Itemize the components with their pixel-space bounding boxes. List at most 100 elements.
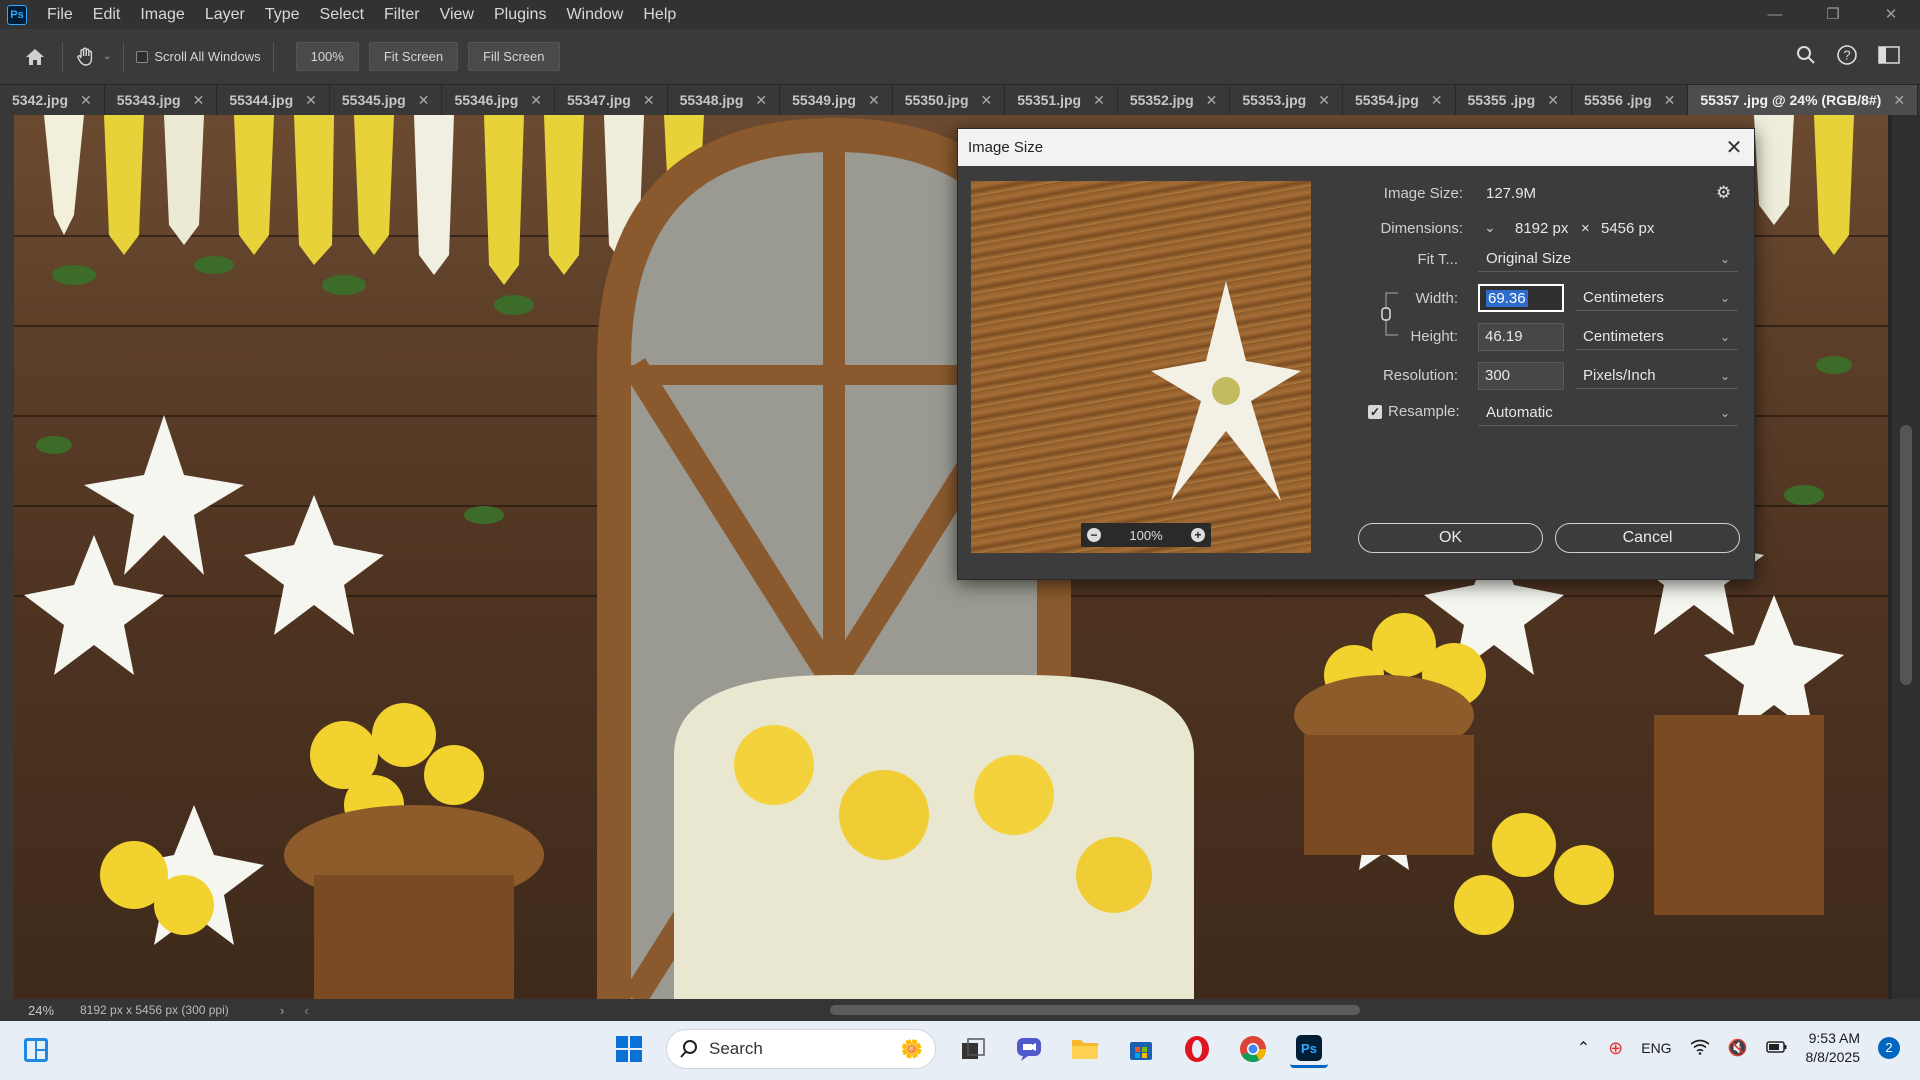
restore-icon[interactable]: ❐ (1804, 0, 1862, 29)
minimize-icon[interactable]: — (1746, 0, 1804, 29)
resample-checkbox[interactable]: ✓ (1368, 405, 1382, 419)
opera-icon[interactable] (1178, 1030, 1216, 1068)
cancel-button[interactable]: Cancel (1555, 523, 1740, 553)
status-expand-icon[interactable]: › (280, 1003, 284, 1018)
taskbar-clock[interactable]: 9:53 AM 8/8/2025 (1806, 1029, 1861, 1067)
resample-dropdown[interactable]: Automatic ⌄ (1478, 400, 1738, 426)
tab-5342[interactable]: 5342.jpg ✕ (0, 85, 105, 115)
scroll-left-icon[interactable]: ‹ (304, 1003, 308, 1018)
zoom-in-icon[interactable]: + (1191, 528, 1205, 542)
vpn-icon[interactable]: ⊕ (1608, 1038, 1623, 1059)
close-icon[interactable]: ✕ (1714, 135, 1754, 160)
close-window-icon[interactable]: ✕ (1862, 0, 1920, 29)
file-explorer-icon[interactable] (1066, 1030, 1104, 1068)
close-icon[interactable]: ✕ (1431, 92, 1443, 109)
close-icon[interactable]: ✕ (418, 92, 430, 109)
scroll-all-windows-checkbox[interactable]: Scroll All Windows (136, 49, 261, 64)
close-icon[interactable]: ✕ (755, 92, 767, 109)
menu-filter[interactable]: Filter (374, 0, 430, 29)
resolution-input[interactable]: 300 (1478, 362, 1564, 390)
gear-icon[interactable]: ⚙ (1716, 183, 1731, 203)
help-icon[interactable]: ? (1836, 44, 1858, 69)
tab-55349[interactable]: 55349.jpg ✕ (780, 85, 893, 115)
status-zoom[interactable]: 24% (0, 1003, 80, 1018)
menu-layer[interactable]: Layer (195, 0, 255, 29)
photoshop-taskbar-icon[interactable]: Ps (1290, 1030, 1328, 1068)
zoom-out-icon[interactable]: − (1087, 528, 1101, 542)
width-unit-dropdown[interactable]: Centimeters ⌄ (1575, 285, 1738, 311)
close-icon[interactable]: ✕ (1547, 92, 1559, 109)
widgets-icon[interactable] (22, 1036, 50, 1064)
search-icon[interactable] (1796, 45, 1816, 68)
vertical-scroll-thumb[interactable] (1900, 425, 1912, 685)
menu-select[interactable]: Select (310, 0, 374, 29)
resolution-unit-dropdown[interactable]: Pixels/Inch ⌄ (1575, 363, 1738, 389)
close-icon[interactable]: ✕ (643, 92, 655, 109)
taskbar-search[interactable]: Search 🌼 (666, 1029, 936, 1069)
fit-screen-button[interactable]: Fit Screen (368, 42, 459, 71)
menu-window[interactable]: Window (556, 0, 633, 29)
tab-55356[interactable]: 55356 .jpg ✕ (1572, 85, 1689, 115)
tab-55357-active[interactable]: 55357 .jpg @ 24% (RGB/8#) ✕ (1688, 85, 1919, 115)
home-icon[interactable] (20, 47, 50, 67)
hand-tool-icon[interactable]: ⌄ (75, 46, 111, 68)
close-icon[interactable]: ✕ (1206, 92, 1218, 109)
dimensions-dropdown-icon[interactable]: ⌄ (1484, 219, 1502, 237)
fit-to-dropdown[interactable]: Original Size ⌄ (1478, 246, 1738, 272)
close-icon[interactable]: ✕ (1664, 92, 1676, 109)
task-view-icon[interactable] (954, 1030, 992, 1068)
menu-help[interactable]: Help (633, 0, 686, 29)
volume-muted-icon[interactable]: 🔇 (1728, 1038, 1748, 1058)
canvas-area[interactable]: Image Size ✕ − 100% + Image Size: 127.9M… (0, 115, 1920, 999)
menu-edit[interactable]: Edit (83, 0, 131, 29)
menu-type[interactable]: Type (255, 0, 310, 29)
height-input[interactable]: 46.19 (1478, 323, 1564, 351)
tab-55355[interactable]: 55355 .jpg ✕ (1456, 85, 1572, 115)
battery-icon[interactable] (1765, 1040, 1788, 1057)
fill-screen-button[interactable]: Fill Screen (468, 42, 560, 71)
close-icon[interactable]: ✕ (981, 92, 993, 109)
close-icon[interactable]: ✕ (305, 92, 317, 109)
tab-55344[interactable]: 55344.jpg ✕ (217, 85, 330, 115)
tab-55348[interactable]: 55348.jpg ✕ (668, 85, 781, 115)
tab-55345[interactable]: 55345.jpg ✕ (330, 85, 443, 115)
close-icon[interactable]: ✕ (1318, 92, 1330, 109)
horizontal-scroll-thumb[interactable] (830, 1005, 1360, 1015)
tab-55347[interactable]: 55347.jpg ✕ (555, 85, 668, 115)
width-input[interactable]: 69.36 (1478, 284, 1564, 312)
checkbox-box[interactable] (136, 50, 149, 63)
zoom-100-button[interactable]: 100% (295, 42, 359, 71)
chevron-down-icon[interactable]: ⌄ (103, 51, 111, 62)
notification-badge[interactable]: 2 (1878, 1037, 1900, 1059)
workspace-icon[interactable] (1878, 46, 1900, 67)
tab-55346[interactable]: 55346.jpg ✕ (442, 85, 556, 115)
tab-55354[interactable]: 55354.jpg ✕ (1343, 85, 1456, 115)
close-icon[interactable]: ✕ (530, 92, 542, 109)
meet-chat-icon[interactable] (1010, 1030, 1048, 1068)
ok-button[interactable]: OK (1358, 523, 1543, 553)
tab-55353[interactable]: 55353.jpg ✕ (1230, 85, 1343, 115)
tab-55352[interactable]: 55352.jpg ✕ (1118, 85, 1231, 115)
image-preview[interactable]: − 100% + (971, 181, 1311, 553)
close-icon[interactable]: ✕ (80, 92, 92, 109)
close-icon[interactable]: ✕ (1093, 92, 1105, 109)
close-icon[interactable]: ✕ (868, 92, 880, 109)
start-icon[interactable] (610, 1030, 648, 1068)
wifi-icon[interactable] (1690, 1039, 1710, 1058)
height-unit-dropdown[interactable]: Centimeters ⌄ (1575, 324, 1738, 350)
dialog-title-bar[interactable]: Image Size ✕ (958, 129, 1754, 166)
vertical-scrollbar[interactable] (1892, 115, 1920, 999)
chevron-up-icon[interactable]: ⌃ (1577, 1038, 1590, 1058)
tab-55351[interactable]: 55351.jpg ✕ (1005, 85, 1118, 115)
microsoft-store-icon[interactable] (1122, 1030, 1160, 1068)
language-indicator[interactable]: ENG (1641, 1040, 1671, 1056)
close-icon[interactable]: ✕ (1893, 92, 1905, 109)
chrome-icon[interactable] (1234, 1030, 1272, 1068)
menu-view[interactable]: View (430, 0, 484, 29)
close-icon[interactable]: ✕ (193, 92, 205, 109)
menu-image[interactable]: Image (130, 0, 194, 29)
tab-55343[interactable]: 55343.jpg ✕ (105, 85, 218, 115)
tab-55350[interactable]: 55350.jpg ✕ (893, 85, 1006, 115)
menu-file[interactable]: File (37, 0, 83, 29)
menu-plugins[interactable]: Plugins (484, 0, 556, 29)
